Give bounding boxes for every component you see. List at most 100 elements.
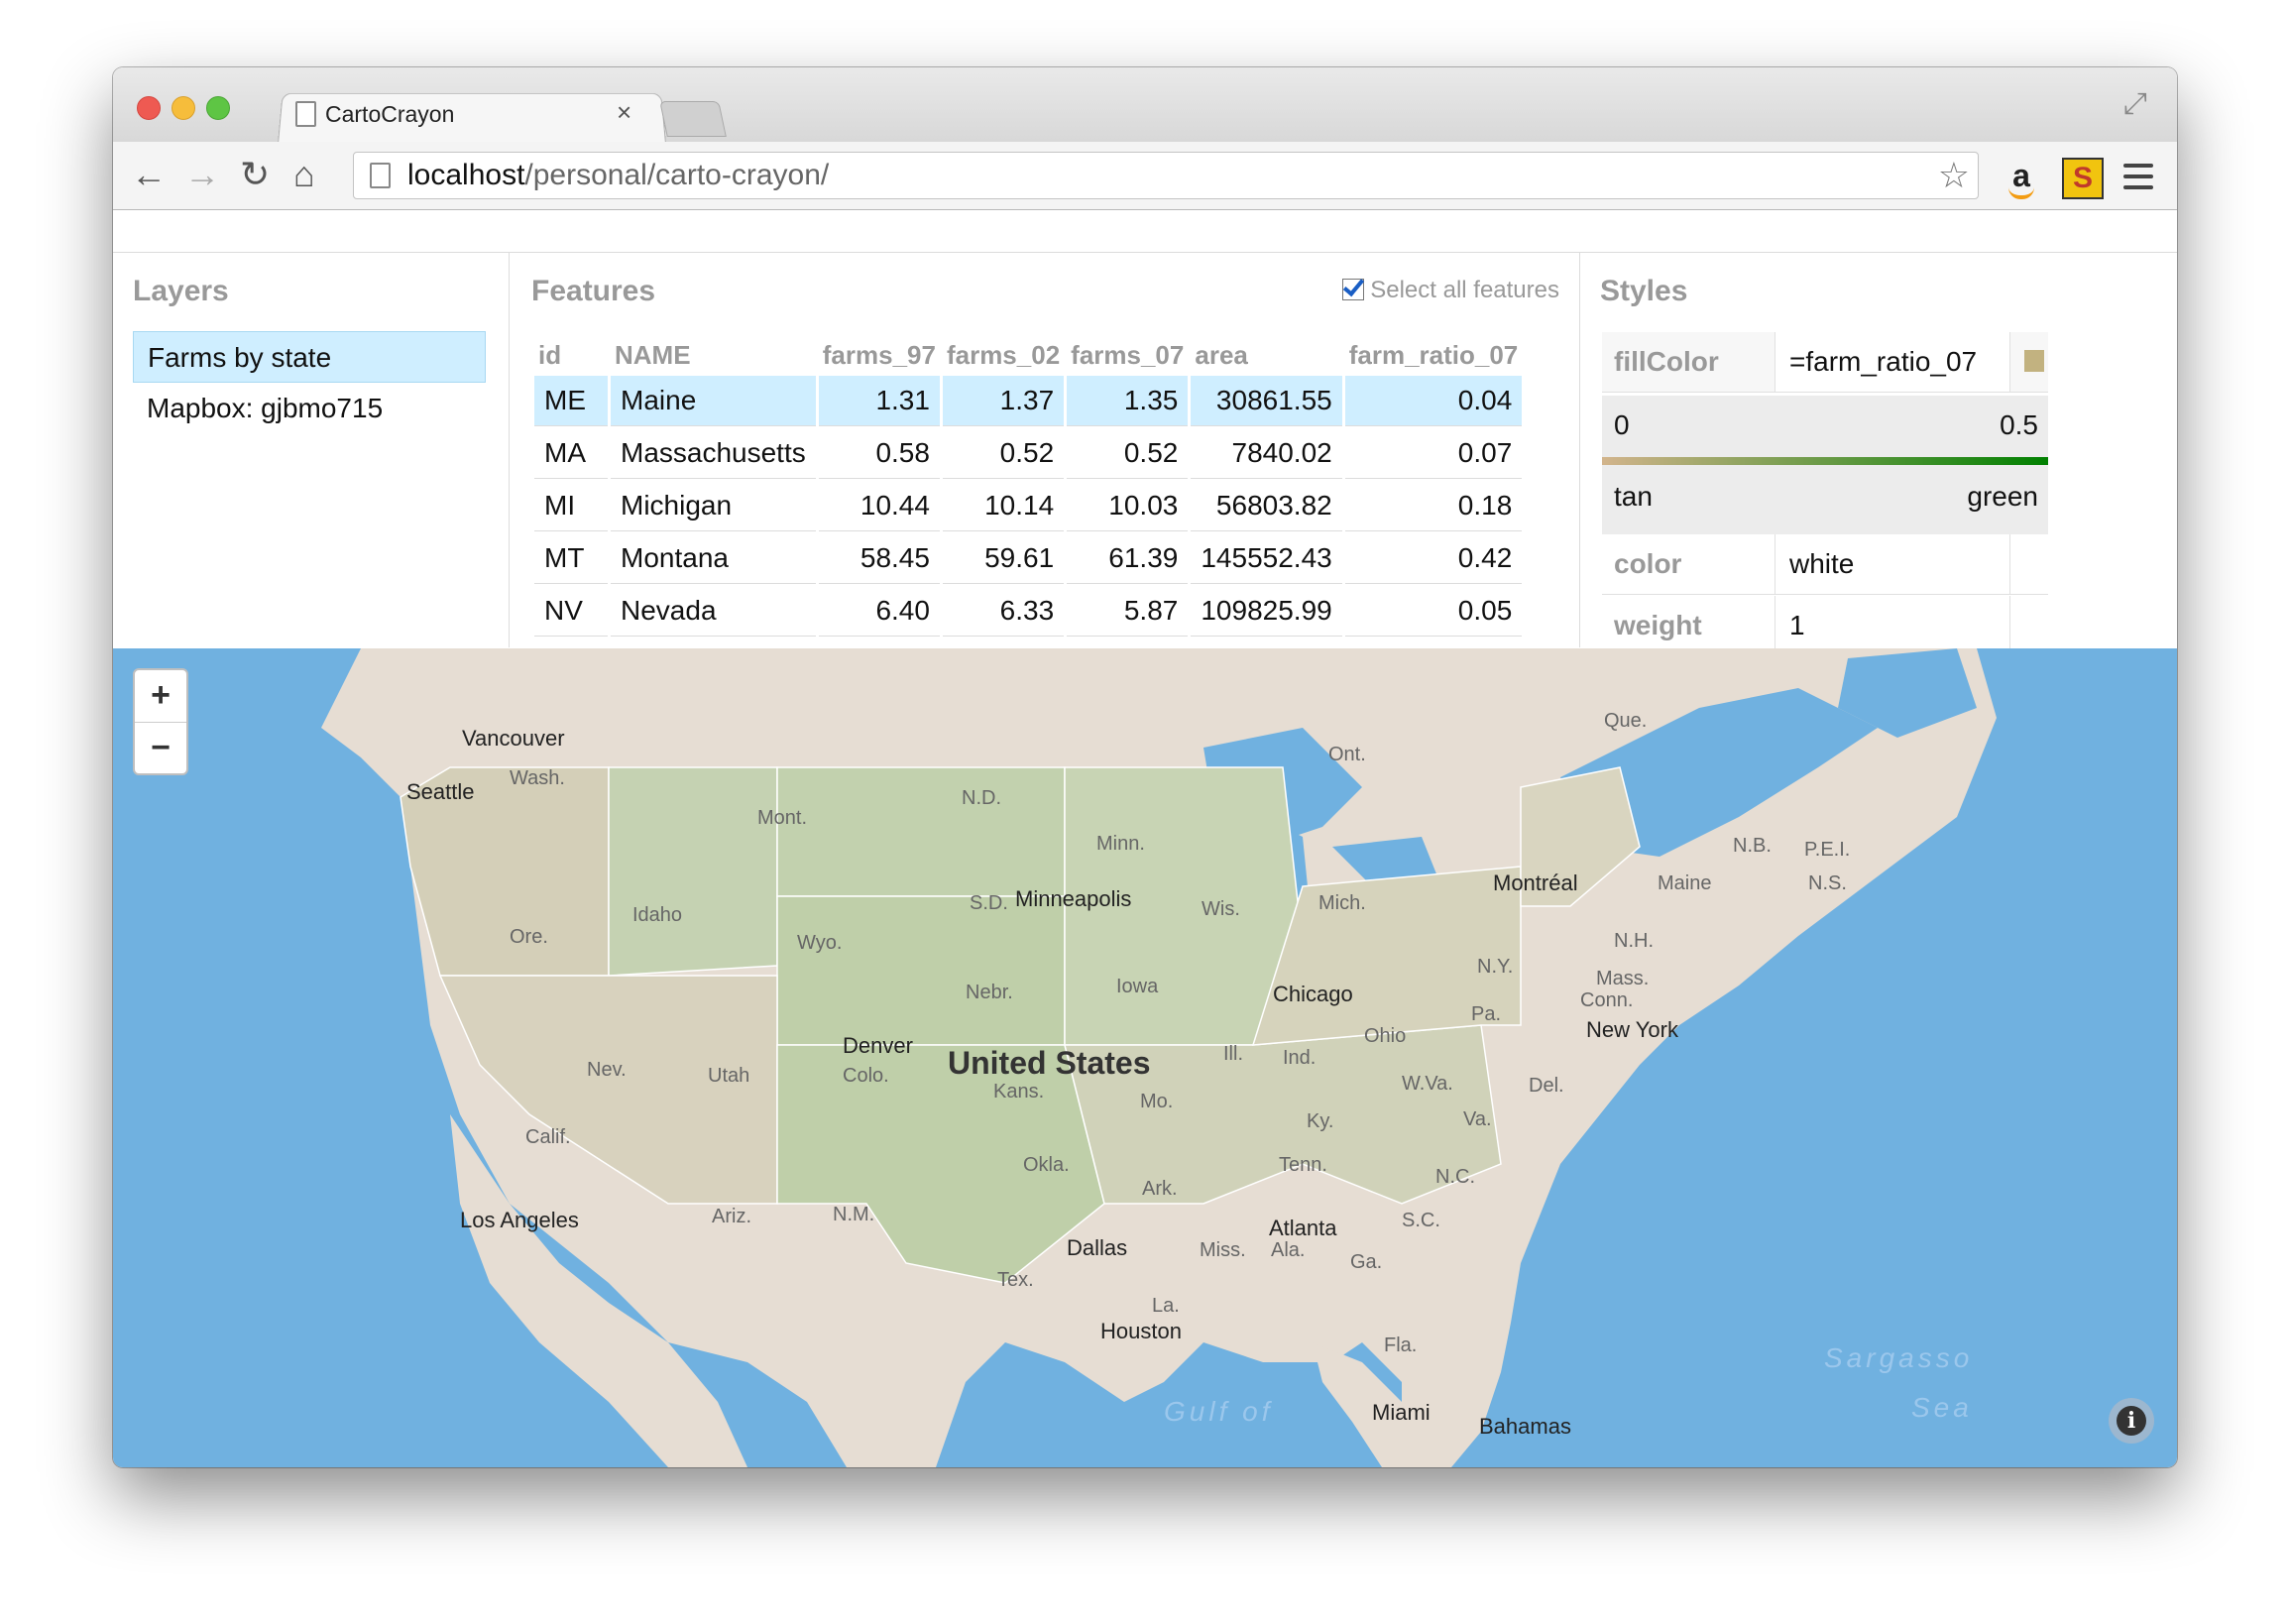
select-all-checkbox[interactable] — [1342, 279, 1365, 300]
cell-area: 109825.99 — [1191, 586, 1342, 637]
cell-id: MI — [534, 481, 608, 531]
new-tab-button[interactable] — [659, 101, 727, 137]
bookmark-star-icon[interactable]: ☆ — [1938, 155, 1970, 196]
amazon-extension-icon[interactable]: a — [2003, 158, 2040, 199]
page-icon — [370, 163, 391, 188]
url-host: localhost — [407, 159, 525, 191]
map-label-que: Que. — [1604, 710, 1648, 732]
cell-name: Nevada — [611, 586, 816, 637]
layer-item-farms[interactable]: Farms by state — [133, 331, 486, 383]
map-label-wash: Wash. — [510, 767, 565, 789]
column-header[interactable]: farm_ratio_07 — [1345, 336, 1523, 374]
map-label-ore: Ore. — [510, 926, 548, 948]
address-bar[interactable]: localhost/personal/carto-crayon/ ☆ — [353, 152, 1979, 199]
column-header[interactable]: area — [1191, 336, 1341, 374]
menu-icon[interactable] — [2123, 164, 2153, 196]
scale-min-color[interactable]: tan — [1614, 481, 1653, 513]
state-montana-idaho[interactable] — [608, 766, 778, 977]
cell-farms-97: 58.45 — [818, 533, 940, 584]
map-label-sargasso: Sargasso — [1824, 1342, 1974, 1373]
map-label-tenn: Tenn. — [1279, 1154, 1327, 1176]
map-label-va: Va. — [1463, 1108, 1492, 1130]
map-label-mont: Mont. — [757, 807, 808, 829]
cell-farms-07: 0.52 — [1067, 428, 1189, 479]
select-all-features[interactable]: Select all features — [1342, 277, 1559, 304]
cell-farms-02: 59.61 — [942, 533, 1065, 584]
forward-icon[interactable]: → — [184, 154, 220, 195]
column-header[interactable]: farms_07 — [1067, 336, 1188, 374]
layers-panel: Layers Farms by state Mapbox: gjbmo715 — [113, 253, 510, 647]
color-value[interactable]: white — [1775, 534, 2010, 594]
column-header[interactable]: NAME — [611, 336, 816, 374]
cell-area: 145552.43 — [1191, 533, 1342, 584]
map-label-wva: W.Va. — [1402, 1073, 1453, 1095]
map-label-fla: Fla. — [1384, 1334, 1418, 1356]
map-label-mo: Mo. — [1140, 1091, 1174, 1112]
cell-farms-02: 0.52 — [942, 428, 1065, 479]
color-scale-editor[interactable]: 0 0.5 tan green — [1602, 396, 2048, 534]
s-extension-icon[interactable]: S — [2062, 158, 2104, 199]
style-row-color[interactable]: color white — [1602, 534, 2048, 595]
table-row[interactable]: MT Montana 58.45 59.61 61.39 145552.43 0… — [534, 533, 1523, 584]
cell-area: 30861.55 — [1191, 376, 1342, 426]
map-label-sea: Sea — [1911, 1392, 1973, 1423]
fillcolor-value[interactable]: =farm_ratio_07 — [1775, 332, 2010, 392]
zoom-control: + − — [133, 668, 188, 775]
browser-toolbar: ← → ↻ ⌂ localhost/personal/carto-crayon/… — [113, 142, 2177, 210]
cell-farm-ratio: 0.04 — [1344, 376, 1523, 426]
minimize-window-button[interactable] — [172, 96, 195, 120]
state-dakotas[interactable] — [776, 766, 1066, 897]
cell-id: ME — [534, 376, 608, 426]
home-icon[interactable]: ⌂ — [293, 154, 315, 195]
table-row[interactable]: MA Massachusetts 0.58 0.52 0.52 7840.02 … — [534, 428, 1523, 479]
fullscreen-icon[interactable]: ⤢ — [2123, 87, 2147, 121]
map-label-gulf: Gulf of — [1164, 1396, 1274, 1427]
map-label-maine: Maine — [1658, 872, 1712, 894]
table-row[interactable]: NV Nevada 6.40 6.33 5.87 109825.99 0.05 — [534, 586, 1523, 637]
map-label-sc: S.C. — [1402, 1210, 1440, 1231]
back-icon[interactable]: ← — [131, 154, 167, 195]
map-info-button[interactable]: i — [2109, 1398, 2154, 1444]
zoom-window-button[interactable] — [206, 96, 230, 120]
cell-farms-97: 6.40 — [818, 586, 940, 637]
cell-id: NV — [534, 586, 608, 637]
map-label-ga: Ga. — [1350, 1251, 1383, 1273]
close-window-button[interactable] — [137, 96, 161, 120]
reload-icon[interactable]: ↻ — [240, 154, 270, 195]
cell-name: Montana — [611, 533, 816, 584]
features-title: Features — [531, 275, 656, 307]
scale-max-color[interactable]: green — [1967, 481, 2038, 513]
style-row-fillcolor[interactable]: fillColor =farm_ratio_07 — [1602, 332, 2048, 393]
table-row[interactable]: MI Michigan 10.44 10.14 10.03 56803.82 0… — [534, 481, 1523, 531]
column-header[interactable]: farms_97 — [819, 336, 940, 374]
style-row-weight[interactable]: weight 1 — [1602, 596, 2048, 655]
layer-item-mapbox[interactable]: Mapbox: gjbmo715 — [133, 383, 486, 434]
info-icon: i — [2117, 1406, 2146, 1436]
weight-value[interactable]: 1 — [1775, 596, 2010, 655]
map-label-newyork: New York — [1586, 1017, 1678, 1042]
scale-min[interactable]: 0 — [1614, 409, 1630, 441]
scale-max[interactable]: 0.5 — [2000, 409, 2038, 441]
fillcolor-swatch[interactable] — [2024, 350, 2044, 372]
cell-id: MA — [534, 428, 608, 479]
map-label-miss: Miss. — [1200, 1239, 1246, 1261]
zoom-in-button[interactable]: + — [135, 670, 186, 723]
state-nebraska-kansas[interactable] — [776, 895, 1066, 1046]
table-row[interactable]: ME Maine 1.31 1.37 1.35 30861.55 0.04 — [534, 376, 1523, 426]
column-header[interactable]: id — [534, 336, 608, 374]
map-label-nev: Nev. — [587, 1059, 627, 1081]
zoom-out-button[interactable]: − — [135, 723, 186, 774]
map-label-wis: Wis. — [1202, 898, 1240, 920]
map-label-nc: N.C. — [1435, 1166, 1475, 1188]
page-content: Layers Farms by state Mapbox: gjbmo715 F… — [113, 210, 2177, 1467]
map-label-nh: N.H. — [1614, 930, 1654, 952]
tab-close-icon[interactable]: × — [617, 97, 631, 128]
cell-id: MT — [534, 533, 608, 584]
map-view[interactable]: Vancouver Seattle Wash. Mont. N.D. Minn.… — [113, 648, 2177, 1467]
map-label-calif: Calif. — [525, 1126, 571, 1148]
map-label-vancouver: Vancouver — [462, 726, 565, 751]
map-label-seattle: Seattle — [406, 779, 475, 804]
map-label-ky: Ky. — [1307, 1110, 1334, 1132]
url-text[interactable]: localhost/personal/carto-crayon/ — [407, 159, 829, 192]
column-header[interactable]: farms_02 — [943, 336, 1064, 374]
